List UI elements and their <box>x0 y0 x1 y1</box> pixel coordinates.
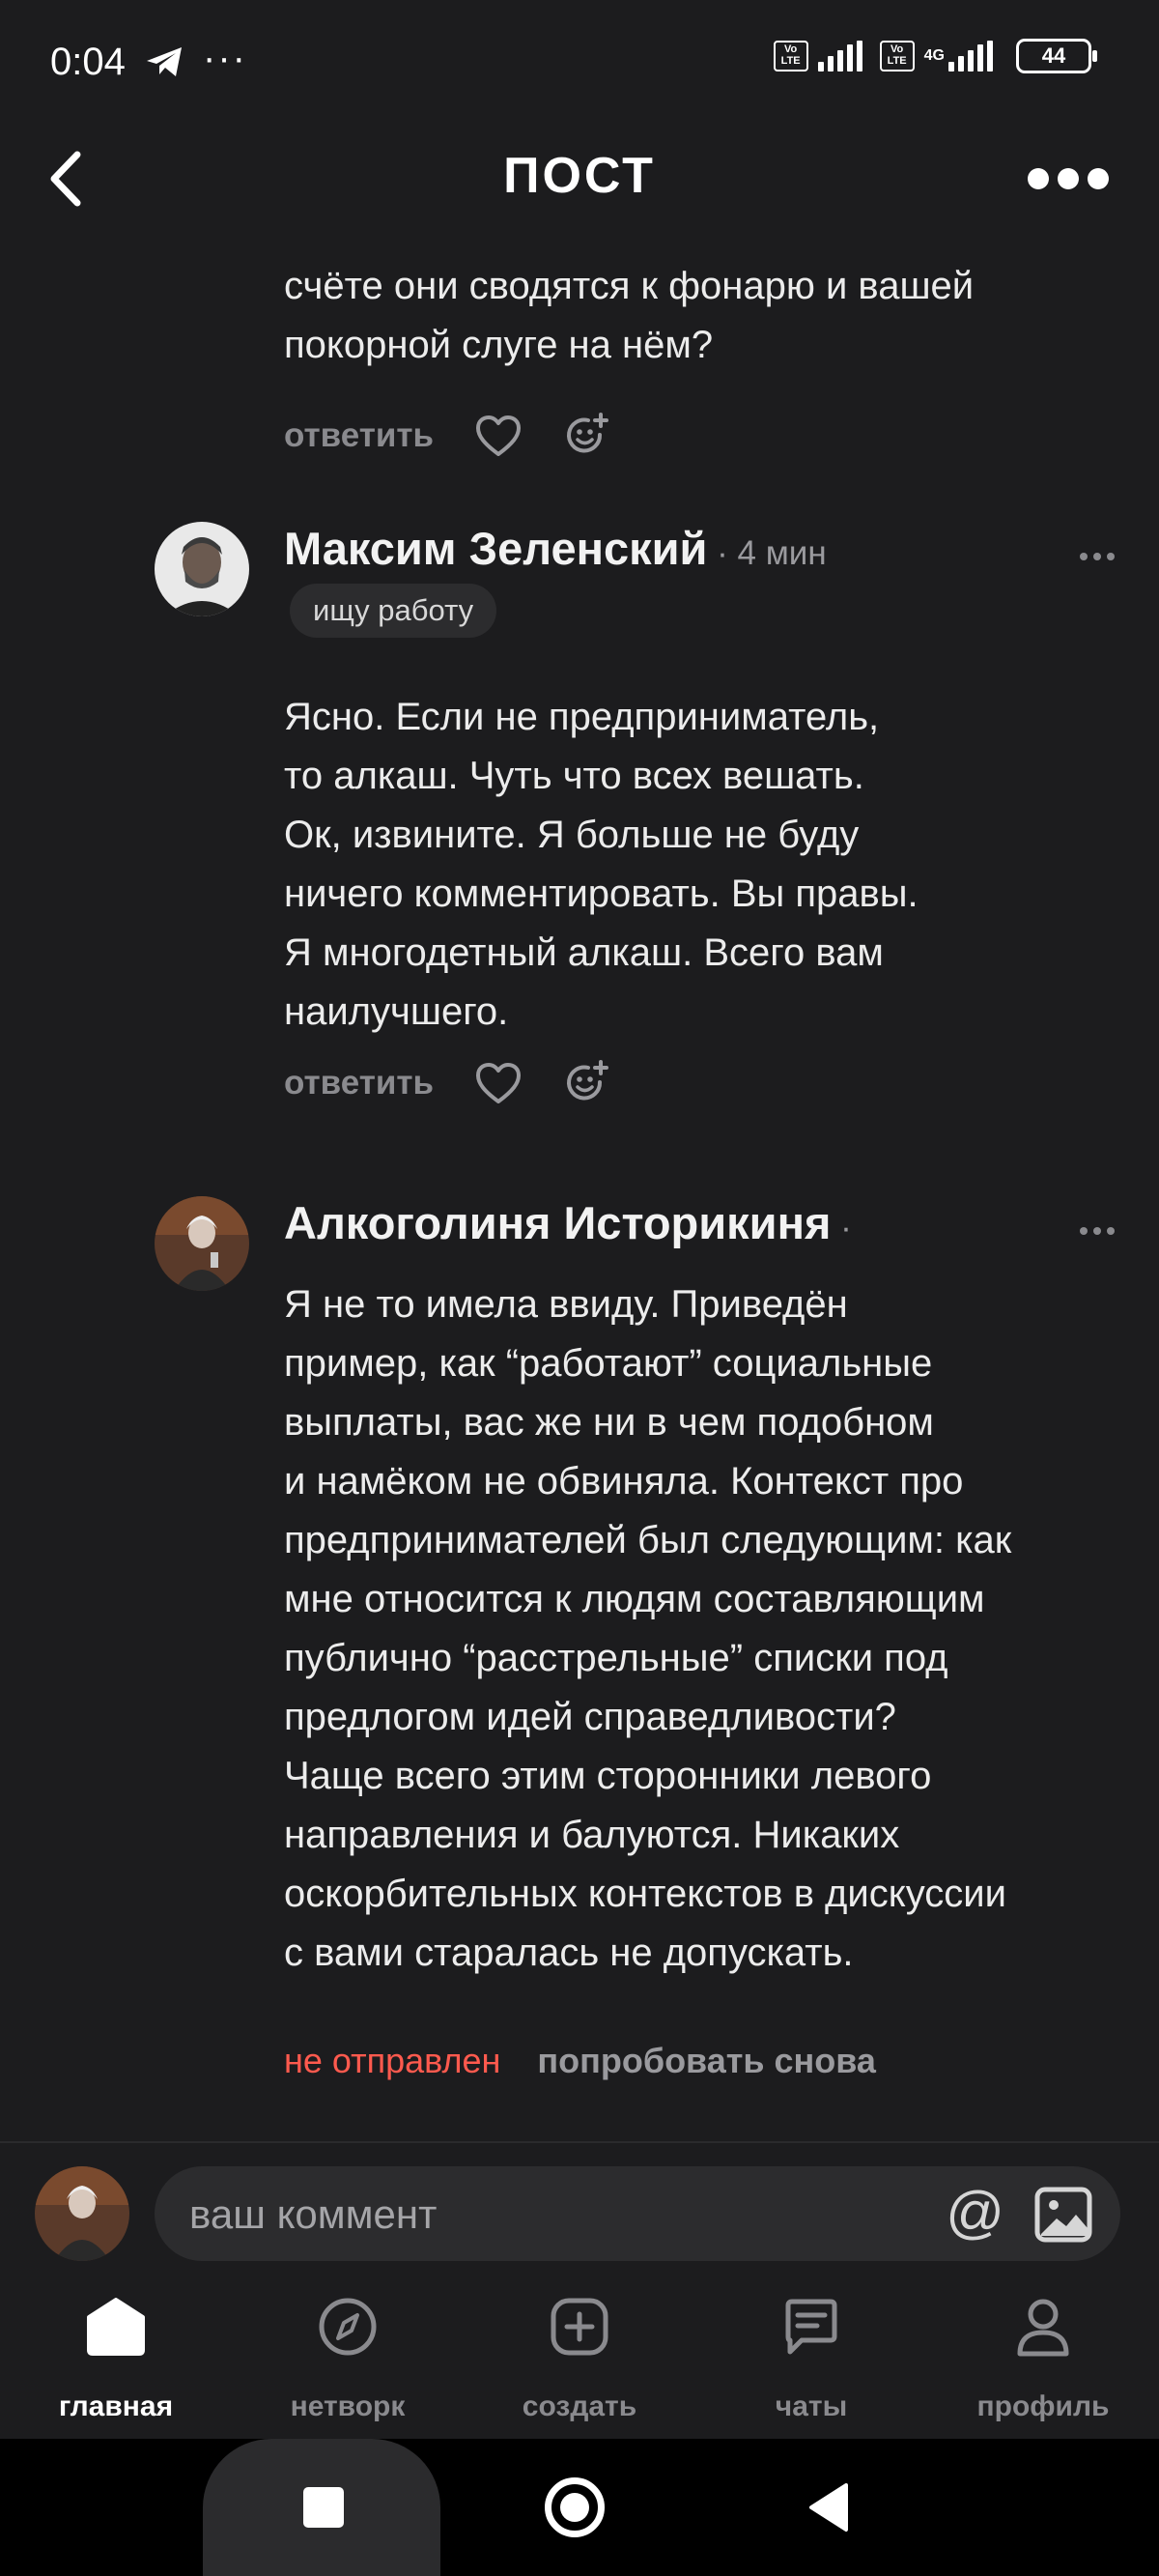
telegram-icon <box>147 47 182 76</box>
comment-more-icon[interactable] <box>1080 553 1115 562</box>
profile-icon <box>1017 2299 1069 2357</box>
reply-button[interactable]: ответить <box>284 416 434 455</box>
comment-line: Ок, извините. Я больше не буду <box>284 814 860 856</box>
comment-line: Я не то имела ввиду. Приведён <box>284 1283 848 1326</box>
comment-composer: ваш коммент @ <box>0 2141 1159 2276</box>
comment-line: ничего комментировать. Вы правы. <box>284 873 919 915</box>
status-badge: ищу работу <box>290 584 497 638</box>
recents-icon[interactable] <box>303 2487 344 2528</box>
nav-home[interactable]: главная <box>0 2276 232 2439</box>
battery-level: 44 <box>1041 43 1066 68</box>
comment-line: Я многодетный алкаш. Всего вам <box>284 931 884 974</box>
nav-create[interactable]: создать <box>464 2276 695 2439</box>
reply-button[interactable]: ответить <box>284 1064 434 1102</box>
comment-input[interactable]: ваш коммент @ <box>155 2166 1120 2261</box>
comment-line: оскорбительных контекстов в дискуссии <box>284 1873 1006 1915</box>
comment-text: счёте они сводятся к фонарю и вашей поко… <box>284 257 1134 375</box>
comment-line: предпринимателей был следующим: как <box>284 1519 1012 1561</box>
comment-line: публично “расстрельные” списки под <box>284 1637 948 1679</box>
comment-line: направления и балуются. Никаких <box>284 1814 900 1856</box>
comment-line: предлогом идей справедливости? <box>284 1696 896 1738</box>
comment-text: Ясно. Если не предприниматель, то алкаш.… <box>284 688 1134 1042</box>
comment-time: · 4 мин <box>707 534 827 572</box>
comment-actions: ответить <box>284 402 611 470</box>
comment-line: то алкаш. Чуть что всех вешать. <box>284 755 864 797</box>
comment-line: покорной слуге на нём? <box>284 324 714 366</box>
nav-label: создать <box>522 2390 637 2422</box>
image-attach-icon[interactable] <box>1033 2186 1093 2244</box>
nav-profile[interactable]: профиль <box>927 2276 1159 2439</box>
author-name[interactable]: Максим Зеленский <box>284 523 707 574</box>
nav-label: нетворк <box>290 2390 406 2422</box>
comment-line: счёте они сводятся к фонарю и вашей <box>284 265 975 307</box>
comment-time: · <box>831 1209 852 1246</box>
comment-actions: ответить <box>284 1049 611 1117</box>
compass-icon <box>319 2298 377 2356</box>
nav-label: главная <box>58 2390 174 2422</box>
network-type: 4G <box>923 47 945 64</box>
comment-line: Чаще всего этим сторонники левого <box>284 1755 932 1797</box>
send-status: не отправлен попробовать снова <box>284 2041 876 2081</box>
comment-line: Ясно. Если не предприниматель, <box>284 696 880 738</box>
status-bar: 0:04 ··· Vo LTE Vo LTE 4G 44 <box>0 0 1159 126</box>
comment-line: наилучшего. <box>284 990 509 1033</box>
heart-icon[interactable] <box>474 1061 523 1105</box>
system-back-icon[interactable] <box>807 2481 850 2533</box>
not-sent-label: не отправлен <box>284 2041 501 2080</box>
page-title: ПОСТ <box>503 148 656 204</box>
screen: 0:04 ··· Vo LTE Vo LTE 4G 44 ПОСТ счёте … <box>0 0 1159 2576</box>
volte-icon-2: Vo LTE <box>879 41 915 72</box>
comment-line: выплаты, вас же ни в чем подобном <box>284 1401 934 1444</box>
add-reaction-icon[interactable] <box>563 1059 611 1107</box>
system-navigation-bar <box>0 2439 1159 2576</box>
signal-icon <box>817 41 862 72</box>
add-reaction-icon[interactable] <box>563 412 611 460</box>
bottom-navigation: главная нетворк создать чаты профиль <box>0 2276 1159 2439</box>
comment-line: пример, как “работают” социальные <box>284 1342 933 1385</box>
battery-icon: 44 <box>1016 39 1097 73</box>
home-button-icon[interactable] <box>545 2477 605 2537</box>
nav-label: чаты <box>775 2390 848 2422</box>
comments-feed[interactable]: счёте они сводятся к фонарю и вашей поко… <box>0 232 1159 2141</box>
volte-icon: Vo LTE <box>773 41 808 72</box>
signal-icon-2 <box>948 41 993 72</box>
nav-label: профиль <box>976 2390 1110 2422</box>
plus-square-icon <box>551 2298 608 2356</box>
status-more-dots: ··· <box>203 37 247 79</box>
status-time: 0:04 <box>50 41 126 83</box>
header: ПОСТ <box>0 126 1159 232</box>
home-icon <box>87 2298 145 2356</box>
avatar[interactable] <box>155 522 249 616</box>
nav-chats[interactable]: чаты <box>695 2276 927 2439</box>
comment-line: мне относится к людям составляющим <box>284 1578 985 1620</box>
comment-input-placeholder: ваш коммент <box>189 2191 438 2237</box>
comment-author[interactable]: Алкоголиня Историкиня · <box>284 1196 852 1249</box>
more-options-icon[interactable] <box>1028 164 1109 193</box>
retry-button[interactable]: попробовать снова <box>537 2041 876 2081</box>
nav-network[interactable]: нетворк <box>232 2276 464 2439</box>
chat-icon <box>785 2299 837 2355</box>
mention-icon[interactable]: @ <box>946 2184 1004 2242</box>
avatar[interactable] <box>155 1196 249 1291</box>
author-name[interactable]: Алкоголиня Историкиня <box>284 1197 831 1248</box>
comment-text: Я не то имела ввиду. Приведён пример, ка… <box>284 1275 1134 1983</box>
heart-icon[interactable] <box>474 414 523 458</box>
comment-author[interactable]: Максим Зеленский · 4 мин <box>284 522 827 575</box>
comment-more-icon[interactable] <box>1080 1227 1115 1237</box>
comment-line: с вами старалась не допускать. <box>284 1932 854 1974</box>
comment-line: и намёком не обвиняла. Контекст про <box>284 1460 964 1503</box>
user-avatar <box>35 2166 129 2261</box>
status-indicators: Vo LTE Vo LTE 4G 44 <box>773 39 1097 73</box>
